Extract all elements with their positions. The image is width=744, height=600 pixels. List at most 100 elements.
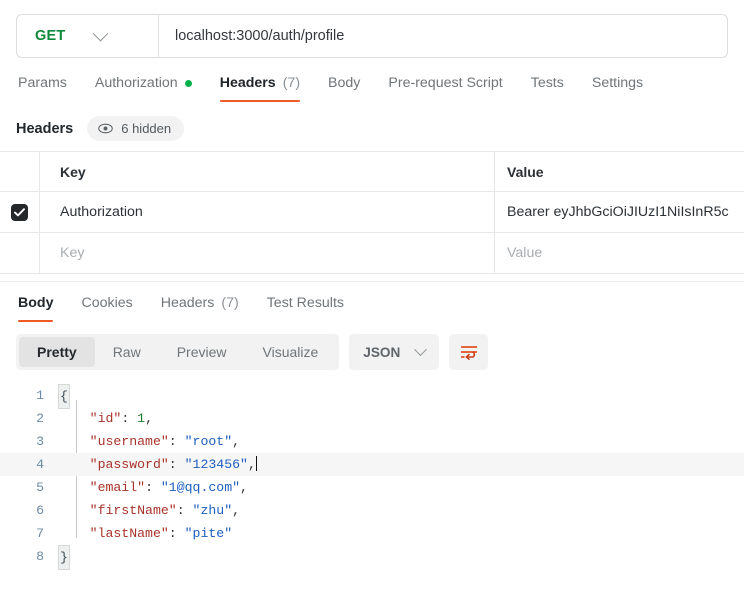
hidden-headers-label: 6 hidden — [121, 121, 171, 136]
http-method-selector[interactable]: GET — [17, 15, 159, 57]
code-token: 1 — [137, 411, 145, 426]
format-pretty-button[interactable]: Pretty — [19, 337, 95, 367]
code-line[interactable]: 4 "password": "123456", — [0, 453, 744, 476]
tab-body[interactable]: Body — [314, 75, 374, 102]
tab-label: Authorization — [95, 75, 178, 91]
tab-authorization[interactable]: Authorization — [81, 75, 206, 102]
code-token: "123456" — [185, 457, 248, 472]
code-token: : — [145, 480, 161, 495]
url-bar-row: GET localhost:3000/auth/profile — [0, 0, 744, 58]
tab-label: Settings — [592, 75, 643, 91]
tab-count: (7) — [221, 295, 238, 311]
new-row-checkbox-cell — [0, 233, 40, 273]
row-checkbox[interactable] — [11, 204, 28, 221]
line-number: 2 — [0, 407, 58, 430]
code-line[interactable]: 5 "email": "1@qq.com", — [0, 476, 744, 499]
line-number: 3 — [0, 430, 58, 453]
tab-label: Tests — [531, 75, 564, 91]
new-header-key-input[interactable]: Key — [40, 233, 495, 273]
http-method-label: GET — [35, 28, 65, 44]
format-raw-button[interactable]: Raw — [95, 337, 159, 367]
tab-label: Headers — [220, 75, 276, 91]
status-dot-icon — [185, 80, 192, 87]
line-number: 7 — [0, 522, 58, 545]
response-tab-test-results[interactable]: Test Results — [253, 295, 358, 322]
code-indent — [58, 480, 90, 495]
code-text: } — [58, 545, 70, 568]
tab-label: Body — [328, 75, 360, 91]
row-checkbox-cell — [0, 192, 40, 232]
code-text: "lastName": "pite" — [58, 522, 232, 545]
code-indent — [58, 434, 90, 449]
tab-params[interactable]: Params — [16, 75, 81, 102]
code-text: "id": 1, — [58, 407, 153, 430]
api-client-window: GET localhost:3000/auth/profile Params A… — [0, 0, 744, 600]
format-label: Preview — [177, 344, 227, 360]
tab-label: Pre-request Script — [388, 75, 502, 91]
response-body-code[interactable]: 1{2 "id": 1,3 "username": "root",4 "pass… — [0, 380, 744, 568]
code-token: : — [177, 503, 193, 518]
code-line[interactable]: 1{ — [0, 384, 744, 407]
new-header-value-input[interactable]: Value — [495, 233, 744, 273]
tab-tests[interactable]: Tests — [517, 75, 578, 102]
url-text: localhost:3000/auth/profile — [175, 28, 344, 44]
response-format-toolbar: Pretty Raw Preview Visualize JSON — [0, 322, 744, 380]
code-indent — [58, 411, 90, 426]
code-text: "firstName": "zhu", — [58, 499, 240, 522]
response-tab-body[interactable]: Body — [16, 295, 67, 322]
line-number: 4 — [0, 453, 58, 476]
language-label: JSON — [363, 345, 400, 360]
word-wrap-button[interactable] — [449, 334, 488, 370]
tab-settings[interactable]: Settings — [578, 75, 657, 102]
select-all-cell — [0, 152, 40, 191]
code-token: , — [232, 503, 240, 518]
url-input[interactable]: localhost:3000/auth/profile — [159, 15, 727, 57]
format-label: Raw — [113, 344, 141, 360]
code-token: : — [121, 411, 137, 426]
code-token: : — [169, 457, 185, 472]
format-segmented-control: Pretty Raw Preview Visualize — [16, 334, 339, 370]
code-token: : — [169, 526, 185, 541]
code-token: "password" — [90, 457, 169, 472]
table-header-row: Key Value — [0, 152, 744, 192]
code-fold-bracket[interactable]: { — [58, 384, 70, 409]
line-number: 1 — [0, 384, 58, 407]
code-fold-bracket[interactable]: } — [58, 545, 70, 570]
tab-pre-request-script[interactable]: Pre-request Script — [374, 75, 516, 102]
chevron-down-icon — [414, 343, 427, 356]
code-line[interactable]: 7 "lastName": "pite" — [0, 522, 744, 545]
format-label: Pretty — [37, 344, 77, 360]
header-key-input[interactable]: Authorization — [40, 192, 495, 232]
code-line[interactable]: 8} — [0, 545, 744, 568]
request-tab-bar: Params Authorization Headers (7) Body Pr… — [0, 58, 744, 102]
eye-icon — [98, 123, 113, 134]
code-text: { — [58, 384, 70, 407]
language-selector[interactable]: JSON — [349, 334, 439, 370]
tab-label: Headers — [161, 295, 215, 311]
response-tab-cookies[interactable]: Cookies — [67, 295, 146, 322]
response-tab-headers[interactable]: Headers (7) — [147, 295, 253, 322]
chevron-down-icon — [93, 25, 109, 41]
table-row[interactable]: Authorization Bearer eyJhbGciOiJIUzI1NiI… — [0, 192, 744, 233]
tab-label: Test Results — [267, 295, 344, 311]
code-token: , — [145, 411, 153, 426]
code-line[interactable]: 6 "firstName": "zhu", — [0, 499, 744, 522]
text-cursor — [256, 456, 258, 471]
hidden-headers-toggle[interactable]: 6 hidden — [87, 116, 184, 141]
code-text: "email": "1@qq.com", — [58, 476, 248, 499]
response-tab-bar: Body Cookies Headers (7) Test Results — [0, 282, 744, 322]
header-value-input[interactable]: Bearer eyJhbGciOiJIUzI1NiIsInR5c — [495, 192, 744, 232]
pane-splitter[interactable] — [0, 274, 744, 282]
tab-label: Cookies — [81, 295, 132, 311]
code-token: , — [248, 457, 256, 472]
column-header-value: Value — [495, 152, 744, 191]
line-number: 5 — [0, 476, 58, 499]
code-line[interactable]: 3 "username": "root", — [0, 430, 744, 453]
code-token: , — [232, 434, 240, 449]
format-preview-button[interactable]: Preview — [159, 337, 245, 367]
code-token: , — [240, 480, 248, 495]
table-new-row[interactable]: Key Value — [0, 233, 744, 274]
code-line[interactable]: 2 "id": 1, — [0, 407, 744, 430]
format-visualize-button[interactable]: Visualize — [245, 337, 337, 367]
tab-headers[interactable]: Headers (7) — [206, 75, 314, 102]
